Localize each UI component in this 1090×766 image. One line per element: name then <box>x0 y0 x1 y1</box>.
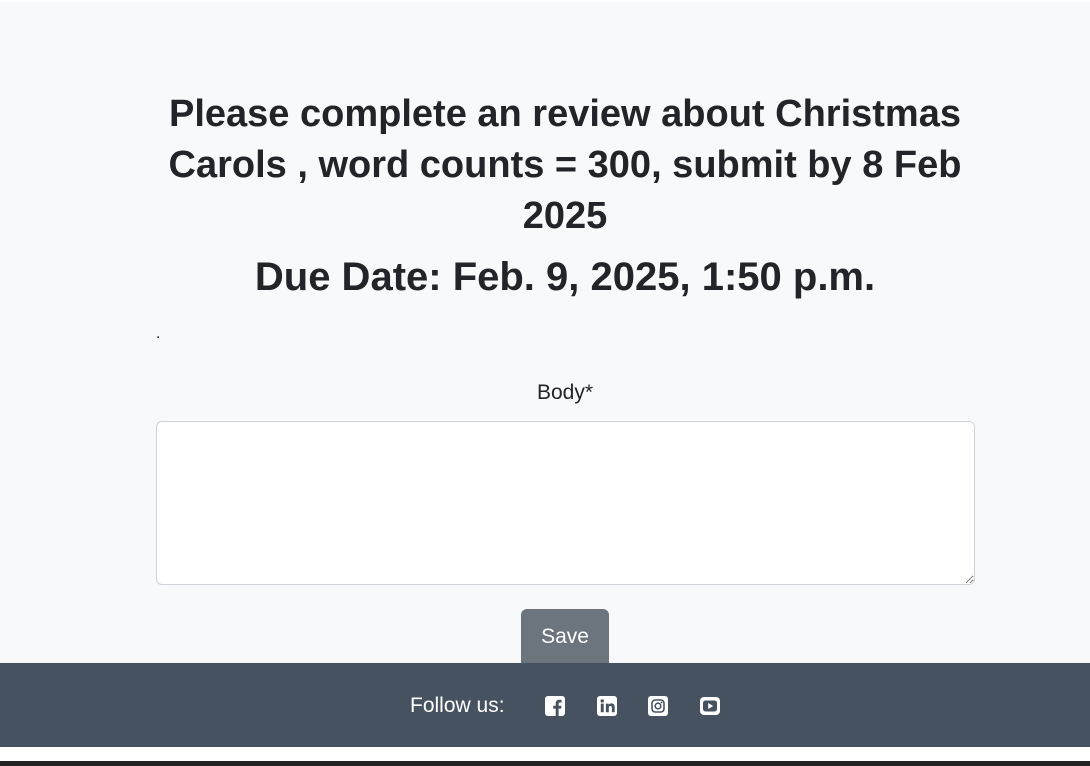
save-button[interactable]: Save <box>521 609 609 665</box>
due-date: Due Date: Feb. 9, 2025, 1:50 p.m. <box>254 255 876 299</box>
main-content: Please complete an review about Christma… <box>0 2 1090 665</box>
body-textarea[interactable] <box>156 421 975 585</box>
follow-us-label: Follow us: <box>410 694 505 717</box>
window-bottom-edge <box>0 761 1090 766</box>
body-label: Body* <box>536 381 594 404</box>
task-title: Please complete an review about Christma… <box>168 93 962 237</box>
period-text: . <box>156 325 161 342</box>
youtube-icon[interactable] <box>699 695 721 717</box>
instagram-icon[interactable] <box>647 695 669 717</box>
footer: Follow us: <box>0 663 1090 747</box>
linkedin-icon[interactable] <box>596 695 618 717</box>
facebook-icon[interactable] <box>544 695 566 717</box>
page: Please complete an review about Christma… <box>0 0 1090 766</box>
